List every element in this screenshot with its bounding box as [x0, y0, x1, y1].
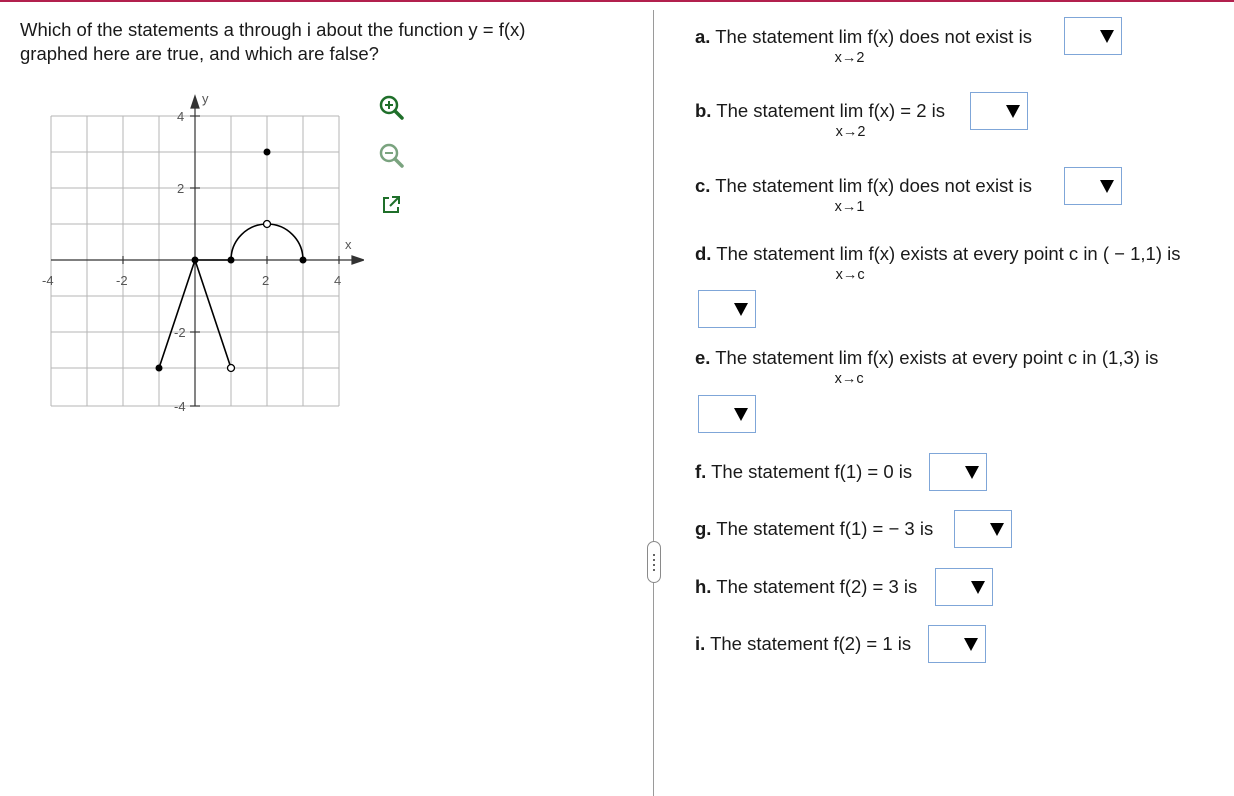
- dropdown-arrow-icon: [971, 581, 985, 594]
- question-line-1: Which of the statements a through i abou…: [20, 19, 526, 40]
- x-tick-label: 2: [262, 273, 269, 288]
- dropdown-e[interactable]: [698, 395, 756, 433]
- dropdown-arrow-icon: [1006, 105, 1020, 118]
- y-tick-label: -4: [174, 399, 186, 414]
- limit-subscript: x→1: [834, 199, 865, 215]
- closed-point: [263, 148, 271, 156]
- y-tick-label: -2: [174, 325, 186, 340]
- dropdown-g[interactable]: [954, 510, 1012, 548]
- y-axis-arrow: [190, 94, 200, 109]
- y-tick-label: 4: [177, 109, 184, 124]
- top-accent-rule: [0, 0, 1234, 2]
- dropdown-arrow-icon: [990, 523, 1004, 536]
- statement-g: g. The statement f(1) = − 3 is: [695, 518, 934, 539]
- statement-e: e. The statement lim x→c f(x) exists at e…: [695, 347, 1159, 387]
- statement-b: b. The statement lim x→2 f(x) = 2 is: [695, 100, 946, 140]
- closed-point: [191, 256, 199, 264]
- x-tick-label: -2: [116, 273, 128, 288]
- curve-segment-right: [194, 259, 232, 369]
- y-tick-label: 2: [177, 181, 184, 196]
- function-graph: -4 -2 2 4 4 2 -2 -4 x y: [42, 91, 364, 414]
- popout-button[interactable]: [376, 190, 406, 220]
- limit-subscript: x→c: [834, 371, 864, 387]
- zoom-out-button[interactable]: [376, 140, 406, 170]
- question-line-2: graphed here are true, and which are fal…: [20, 43, 379, 64]
- dropdown-arrow-icon: [1100, 180, 1114, 193]
- pane-resize-handle[interactable]: [647, 541, 661, 583]
- dropdown-arrow-icon: [734, 408, 748, 421]
- x-tick-label: -4: [42, 273, 54, 288]
- statement-d: d. The statement lim x→c f(x) exists at e…: [695, 243, 1181, 283]
- closed-point: [227, 256, 235, 264]
- x-tick-label: 4: [334, 273, 341, 288]
- open-point: [226, 363, 236, 373]
- pane-divider: [653, 10, 654, 796]
- x-axis-arrow: [351, 255, 364, 265]
- statement-c: c. The statement lim x→1 f(x) does not ex…: [695, 175, 1032, 215]
- zoom-in-button[interactable]: [376, 92, 406, 122]
- dropdown-i[interactable]: [928, 625, 986, 663]
- curve-segment-left: [158, 259, 196, 369]
- closed-point: [155, 364, 163, 372]
- zoom-in-icon: [379, 95, 404, 120]
- dropdown-f[interactable]: [929, 453, 987, 491]
- dropdown-a[interactable]: [1064, 17, 1122, 55]
- limit-subscript: x→2: [835, 124, 866, 140]
- limit-subscript: x→2: [834, 50, 865, 66]
- statement-f: f. The statement f(1) = 0 is: [695, 461, 913, 482]
- popout-icon: [383, 196, 400, 213]
- closed-point: [299, 256, 307, 264]
- limit-subscript: x→c: [835, 267, 865, 283]
- dropdown-arrow-icon: [734, 303, 748, 316]
- dropdown-arrow-icon: [964, 638, 978, 651]
- dropdown-c[interactable]: [1064, 167, 1122, 205]
- dropdown-arrow-icon: [1100, 30, 1114, 43]
- statement-h: h. The statement f(2) = 3 is: [695, 576, 918, 597]
- dropdown-arrow-icon: [965, 466, 979, 479]
- dropdown-d[interactable]: [698, 290, 756, 328]
- y-axis-label: y: [202, 91, 209, 106]
- statement-a: a. The statement lim x→2 f(x) does not ex…: [695, 26, 1032, 66]
- open-point: [262, 219, 272, 229]
- graph-axes: [51, 94, 364, 407]
- dropdown-b[interactable]: [970, 92, 1028, 130]
- dropdown-h[interactable]: [935, 568, 993, 606]
- x-axis-label: x: [345, 237, 352, 252]
- question-text: Which of the statements a through i abou…: [20, 18, 580, 66]
- statement-i: i. The statement f(2) = 1 is: [695, 633, 912, 654]
- zoom-out-icon: [379, 143, 404, 168]
